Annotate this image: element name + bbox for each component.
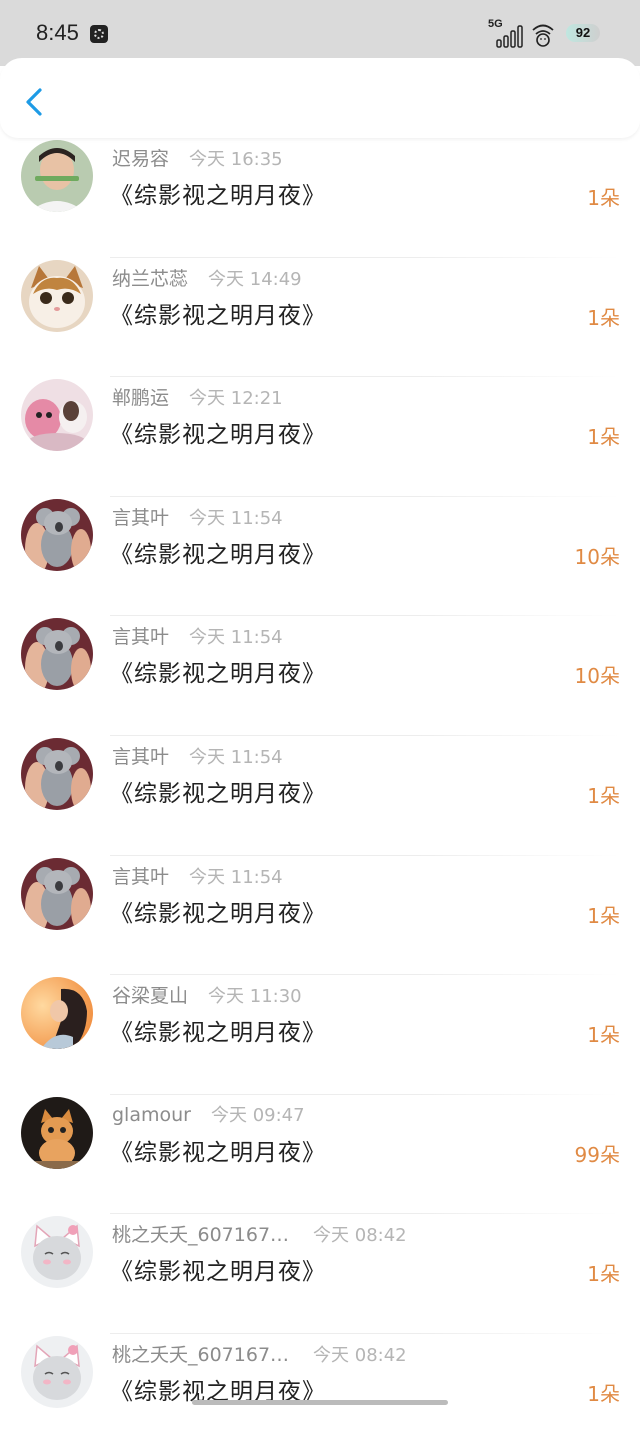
list-item[interactable]: 纳兰芯蕊 今天 14:49 《综影视之明月夜》 1朵 [0, 258, 640, 378]
avatar[interactable] [21, 379, 93, 452]
man-avatar [21, 140, 93, 212]
list-item[interactable]: 桃之夭夭_607167… 今天 08:42 《综影视之明月夜》 1朵 [0, 1214, 640, 1334]
sender-name-text: 迟易容 [112, 148, 170, 170]
avatar[interactable] [21, 1216, 93, 1289]
flower-count: 1朵 [587, 1381, 620, 1406]
list-item[interactable]: 言其叶 今天 11:54 《综影视之明月夜》 1朵 [0, 736, 640, 856]
sender-name: 言其叶 今天 11:54 [112, 742, 283, 769]
back-button[interactable] [18, 82, 52, 122]
book-title[interactable]: 《综影视之明月夜》 [110, 415, 326, 449]
send-time: 今天 08:42 [313, 1344, 407, 1366]
sender-name-text: 郸鹏运 [112, 387, 170, 410]
sender-name: glamour 今天 09:47 [112, 1101, 305, 1127]
list-item[interactable]: 言其叶 今天 11:54 《综影视之明月夜》 10朵 [0, 616, 640, 736]
send-time: 今天 08:42 [313, 1225, 407, 1247]
gallery-notification-icon [90, 25, 108, 43]
sender-name: 言其叶 今天 11:54 [112, 503, 283, 530]
flower-count: 99朵 [574, 1142, 620, 1167]
flower-count: 10朵 [574, 664, 620, 689]
send-time: 今天 11:54 [189, 866, 283, 888]
list-item[interactable]: 言其叶 今天 11:54 《综影视之明月夜》 10朵 [0, 497, 640, 617]
avatar[interactable] [21, 977, 93, 1050]
battery-level: 92 [575, 25, 591, 40]
sender-name-text: glamour [112, 1103, 191, 1126]
cartoon-cat-avatar [21, 1335, 93, 1408]
nav-bar [0, 58, 640, 138]
book-title[interactable]: 《综影视之明月夜》 [110, 894, 326, 928]
koala-avatar [21, 618, 93, 691]
avatar[interactable] [21, 498, 93, 571]
flower-count: 1朵 [587, 1262, 620, 1287]
book-title[interactable]: 《综影视之明月夜》 [110, 1133, 326, 1167]
signal-icon [496, 25, 523, 48]
send-time: 今天 11:30 [208, 986, 302, 1008]
flower-count: 1朵 [587, 186, 620, 210]
avatar[interactable] [21, 140, 93, 212]
send-time: 今天 09:47 [210, 1104, 305, 1126]
book-title[interactable]: 《综影视之明月夜》 [110, 1013, 326, 1047]
pink-toy-avatar [21, 379, 93, 452]
sender-name: 言其叶 今天 11:54 [112, 862, 283, 889]
koala-avatar [21, 737, 93, 810]
chevron-left-icon [26, 88, 42, 116]
list-item[interactable]: 迟易容 今天 16:35 《综影视之明月夜》 1朵 [0, 138, 640, 258]
avatar[interactable] [21, 737, 93, 810]
cartoon-cat-avatar [21, 1216, 93, 1289]
flower-count: 1朵 [587, 425, 620, 450]
sender-name-text: 谷梁夏山 [112, 985, 189, 1008]
sender-name-text: 纳兰芯蕊 [112, 267, 189, 290]
avatar[interactable] [21, 857, 93, 930]
home-indicator[interactable] [192, 1400, 448, 1405]
avatar[interactable] [21, 1335, 93, 1408]
flower-count: 1朵 [587, 305, 620, 330]
send-time: 今天 11:54 [189, 507, 283, 529]
sender-name: 桃之夭夭_607167… 今天 08:42 [112, 1220, 407, 1247]
book-title[interactable]: 《综影视之明月夜》 [110, 535, 326, 569]
book-title[interactable]: 《综影视之明月夜》 [110, 176, 326, 210]
avatar[interactable] [21, 259, 93, 332]
sender-name-text: 言其叶 [112, 745, 170, 768]
list-item[interactable]: glamour 今天 09:47 《综影视之明月夜》 99朵 [0, 1095, 640, 1215]
sender-name: 纳兰芯蕊 今天 14:49 [112, 264, 302, 291]
send-time: 今天 11:54 [189, 746, 283, 768]
list-item[interactable]: 桃之夭夭_607167… 今天 08:42 《综影视之明月夜》 1朵 [0, 1334, 640, 1454]
sender-name: 言其叶 今天 11:54 [112, 622, 283, 649]
koala-avatar [21, 857, 93, 930]
send-time: 今天 14:49 [208, 268, 302, 290]
send-time: 今天 12:21 [189, 388, 283, 410]
status-bar: 8:45 5G 92 [0, 0, 640, 66]
send-time: 今天 16:35 [189, 149, 283, 170]
sender-name: 郸鹏运 今天 12:21 [112, 383, 283, 410]
avatar[interactable] [21, 618, 93, 691]
sender-name-text: 言其叶 [112, 506, 170, 529]
sender-name: 谷梁夏山 今天 11:30 [112, 981, 302, 1008]
list-item[interactable]: 郸鹏运 今天 12:21 《综影视之明月夜》 1朵 [0, 377, 640, 497]
cat-avatar [21, 259, 93, 332]
flower-count: 10朵 [574, 544, 620, 569]
avatar[interactable] [21, 1096, 93, 1169]
wifi-icon [532, 24, 554, 47]
book-title[interactable]: 《综影视之明月夜》 [110, 774, 326, 808]
book-title[interactable]: 《综影视之明月夜》 [110, 654, 326, 688]
sender-name-text: 言其叶 [112, 865, 170, 888]
list-item[interactable]: 言其叶 今天 11:54 《综影视之明月夜》 1朵 [0, 856, 640, 976]
sender-name-text: 言其叶 [112, 626, 170, 649]
sender-name: 迟易容 今天 16:35 [112, 144, 283, 171]
koala-avatar [21, 498, 93, 571]
send-time: 今天 11:54 [189, 627, 283, 649]
book-title[interactable]: 《综影视之明月夜》 [110, 296, 326, 330]
status-time: 8:45 [36, 20, 79, 45]
flower-count: 1朵 [587, 903, 620, 928]
battery-icon: 92 [566, 24, 600, 42]
sender-name-text: 桃之夭夭_607167… [112, 1343, 290, 1366]
flower-count: 1朵 [587, 783, 620, 808]
gift-record-list: 迟易容 今天 16:35 《综影视之明月夜》 1朵 纳兰芯蕊 今天 14:49 《综… [0, 138, 640, 1454]
list-item[interactable]: 谷梁夏山 今天 11:30 《综影视之明月夜》 1朵 [0, 975, 640, 1095]
kitten-avatar [21, 1096, 93, 1169]
girl-avatar [21, 977, 93, 1050]
book-title[interactable]: 《综影视之明月夜》 [110, 1252, 326, 1286]
flower-count: 1朵 [587, 1023, 620, 1048]
sender-name-text: 桃之夭夭_607167… [112, 1224, 290, 1247]
sender-name: 桃之夭夭_607167… 今天 08:42 [112, 1340, 407, 1367]
